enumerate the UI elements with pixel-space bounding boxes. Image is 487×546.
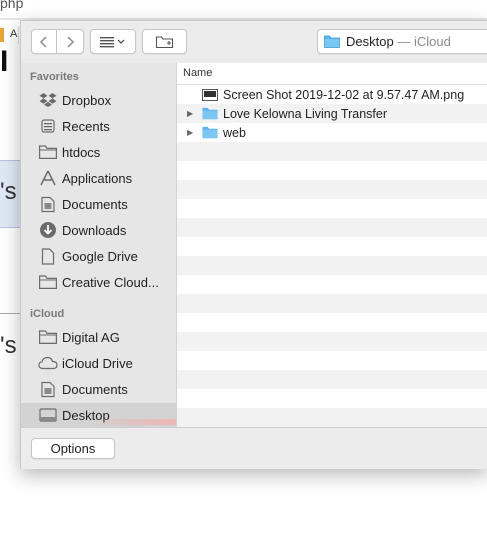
sidebar-item-documents[interactable]: Documents [21, 192, 176, 216]
row-stripe [177, 294, 487, 313]
new-folder-button[interactable] [142, 29, 187, 54]
sidebar-item-creative-cloud[interactable]: Creative Cloud... [21, 270, 176, 294]
background-text-fragment: 's [0, 178, 17, 205]
background-url-fragment: php [0, 0, 24, 11]
recents-icon [37, 117, 59, 135]
chevron-right-icon [67, 35, 75, 48]
row-stripe [177, 142, 487, 161]
sidebar-item-google-drive[interactable]: Google Drive [21, 244, 176, 268]
sidebar-item-icloud-drive[interactable]: iCloud Drive [21, 351, 176, 375]
folder-icon [202, 126, 218, 140]
image-file-icon [202, 88, 218, 102]
view-mode-button[interactable] [90, 29, 136, 54]
background-heading-fragment: I [0, 45, 9, 78]
sidebar-item-label: Documents [62, 381, 128, 397]
row-stripe [177, 370, 487, 389]
folder-name: Love Kelowna Living Transfer [223, 106, 387, 121]
new-folder-icon [155, 35, 173, 48]
downloads-icon [37, 221, 59, 239]
sidebar-item-recents[interactable]: Recents [21, 114, 176, 138]
sidebar-item-label: Dropbox [62, 92, 112, 108]
back-button[interactable] [31, 29, 57, 54]
row-stripe [177, 180, 487, 199]
folder-row[interactable]: ▶ Love Kelowna Living Transfer [177, 104, 487, 123]
column-header-name[interactable]: Name [177, 63, 487, 85]
file-row[interactable]: Screen Shot 2019-12-02 at 9.57.47 AM.png [177, 85, 487, 104]
location-folder-name: Desktop [346, 34, 394, 49]
applications-icon [37, 169, 59, 187]
sidebar-item-label: htdocs [62, 144, 101, 160]
folder-name: web [223, 125, 246, 140]
background-divider [0, 313, 22, 314]
background-tab-icon [0, 28, 4, 42]
row-stripe [177, 408, 487, 427]
folder-row[interactable]: ▶ web [177, 123, 487, 142]
forward-button[interactable] [57, 29, 84, 54]
folder-icon [202, 107, 218, 121]
sidebar-header-favorites: Favorites [30, 71, 79, 83]
background-text-fragment: 's [0, 332, 17, 359]
sidebar-item-digital-ag[interactable]: Digital AG [21, 325, 176, 349]
chevron-left-icon [39, 35, 47, 48]
folder-icon [37, 328, 59, 346]
location-suffix: — iCloud [397, 34, 451, 49]
folder-icon [324, 35, 340, 48]
sidebar-header-icloud: iCloud [30, 308, 65, 320]
column-header-label: Name [183, 67, 213, 79]
dropbox-icon [37, 91, 59, 109]
sidebar-item-label: Recents [62, 118, 110, 134]
sidebar-item-label: Downloads [62, 222, 127, 238]
documents-icon [37, 195, 59, 213]
location-popup[interactable]: Desktop — iCloud [317, 29, 487, 54]
folder-icon [37, 273, 59, 291]
document-icon [37, 247, 59, 265]
sidebar-item-label: Applications [62, 170, 133, 186]
file-list: Name Screen Shot 2019-12-02 at 9.57.47 A… [176, 63, 487, 427]
sidebar-decoration [86, 419, 176, 425]
cloud-icon [37, 354, 59, 372]
file-dialog: Desktop — iCloud Favorites Dropbox Recen… [20, 20, 487, 469]
file-name: Screen Shot 2019-12-02 at 9.57.47 AM.png [223, 87, 465, 102]
folder-icon [37, 143, 59, 161]
background-tab-label: A [10, 28, 18, 40]
location-label: Desktop — iCloud [346, 34, 451, 49]
list-view-icon [100, 36, 125, 47]
dialog-toolbar: Desktop — iCloud [21, 21, 487, 63]
sidebar-item-icloud-documents[interactable]: Documents [21, 377, 176, 401]
sidebar-item-downloads[interactable]: Downloads [21, 218, 176, 242]
row-stripe [177, 256, 487, 275]
sidebar-item-label: Documents [62, 196, 128, 212]
sidebar-item-applications[interactable]: Applications [21, 166, 176, 190]
sidebar-item-dropbox[interactable]: Dropbox [21, 88, 176, 112]
sidebar-item-label: Digital AG [62, 329, 120, 345]
disclosure-triangle-icon[interactable]: ▶ [187, 109, 197, 118]
sidebar-item-htdocs[interactable]: htdocs [21, 140, 176, 164]
sidebar-item-label: Creative Cloud... [62, 274, 159, 290]
sidebar-item-label: Google Drive [62, 248, 138, 264]
disclosure-triangle-icon[interactable]: ▶ [187, 128, 197, 137]
sidebar: Favorites Dropbox Recents htdocs Applica… [21, 63, 176, 427]
dialog-bottom-bar: Options [21, 427, 487, 469]
row-stripe [177, 218, 487, 237]
options-button[interactable]: Options [31, 438, 115, 459]
row-stripe [177, 332, 487, 351]
desktop-icon [37, 406, 59, 424]
sidebar-item-label: iCloud Drive [62, 355, 133, 371]
documents-icon [37, 380, 59, 398]
